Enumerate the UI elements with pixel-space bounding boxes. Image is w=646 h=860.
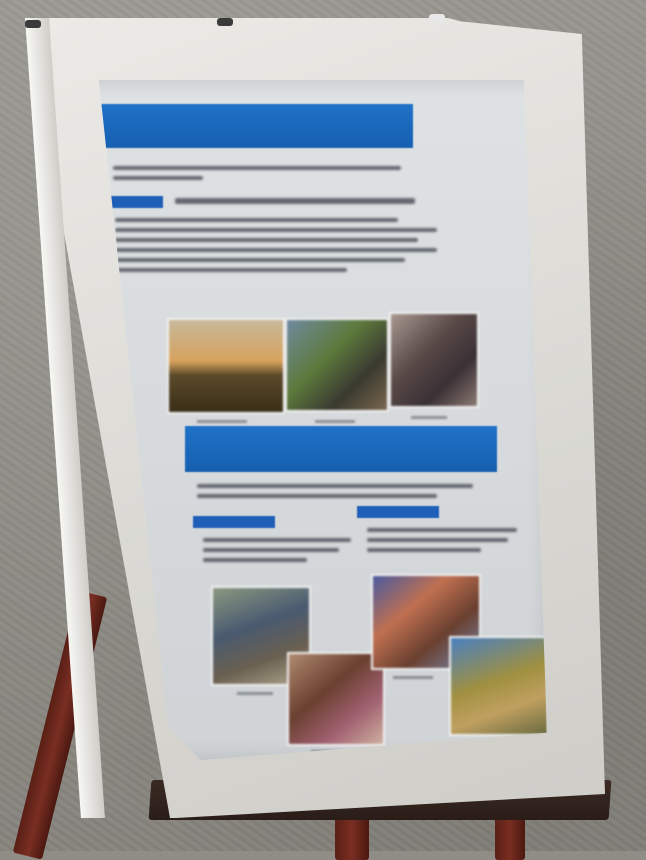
- top-banner: [101, 104, 413, 148]
- column-text-left: [203, 532, 351, 568]
- photo-caption-3: [411, 416, 447, 419]
- intro-text: [113, 160, 413, 186]
- body-text-2: [197, 478, 497, 504]
- headline-text: [175, 192, 415, 210]
- display-board: [25, 14, 605, 818]
- sunset-photo: [167, 318, 285, 414]
- section-tag-right: [357, 506, 439, 518]
- people-photo: [285, 318, 389, 412]
- field-photo: [449, 636, 547, 736]
- body-text-1: [115, 212, 437, 278]
- photo-caption-2: [315, 420, 355, 423]
- photo-caption-6: [393, 676, 433, 679]
- board-clip-right: [429, 14, 445, 22]
- board-clip-center: [217, 18, 233, 26]
- column-text-right: [367, 522, 517, 558]
- section-tag-left: [193, 516, 275, 528]
- photo-caption-1: [197, 420, 247, 423]
- photo-caption-4: [237, 692, 273, 695]
- middle-banner: [185, 426, 497, 472]
- section-tag-1: [107, 196, 163, 208]
- portrait-photo: [389, 312, 479, 408]
- board-clip-left: [25, 20, 41, 28]
